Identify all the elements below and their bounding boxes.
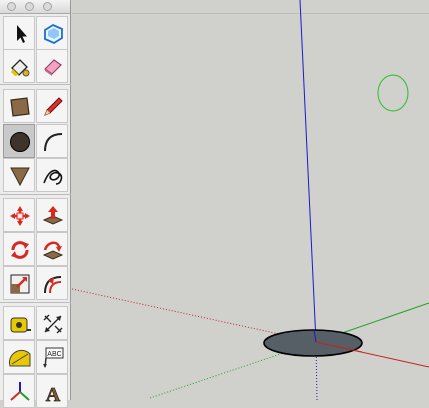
move-tool-button[interactable] (3, 198, 35, 232)
polygon-icon (10, 167, 30, 187)
freehand-tool-button[interactable] (36, 158, 68, 192)
move-icon (10, 206, 30, 226)
tape-measure-icon (10, 317, 31, 333)
polygon-tool-button[interactable] (3, 158, 35, 192)
select-tool-button[interactable] (3, 16, 35, 50)
3d-text-tool-button[interactable]: A (36, 374, 68, 408)
protractor-tool-button[interactable] (3, 340, 35, 374)
axes-icon (10, 382, 30, 401)
pencil-icon (44, 97, 63, 116)
circle-icon (10, 132, 30, 152)
protractor-icon (8, 349, 31, 367)
make-component-icon (44, 23, 63, 45)
scale-icon (10, 274, 30, 294)
text-tool-label: ABC (47, 351, 61, 358)
offset-tool-button[interactable] (36, 266, 68, 300)
rotate-icon (11, 241, 29, 259)
follow-me-icon (42, 241, 64, 260)
tool-palette: ABC A (0, 0, 71, 408)
text-label-icon: ABC (43, 347, 64, 368)
push-pull-icon (42, 206, 64, 225)
close-icon[interactable] (7, 2, 16, 11)
3d-text-icon: A (45, 384, 61, 404)
palette-divider (0, 302, 71, 303)
minimize-icon[interactable] (25, 2, 34, 11)
paint-bucket-tool-button[interactable] (3, 49, 35, 83)
rectangle-icon (10, 97, 30, 117)
eraser-tool-button[interactable] (36, 49, 68, 83)
palette-titlebar[interactable] (0, 0, 70, 14)
dimension-icon (43, 314, 63, 334)
rectangle-tool-button[interactable] (3, 89, 35, 123)
text-tool-button[interactable]: ABC (36, 340, 68, 374)
eraser-icon (44, 59, 62, 76)
arc-tool-button[interactable] (36, 124, 68, 158)
make-component-tool-button[interactable] (36, 16, 68, 50)
offset-icon (44, 276, 62, 294)
follow-me-tool-button[interactable] (36, 232, 68, 266)
tape-measure-tool-button[interactable] (3, 306, 35, 340)
line-tool-button[interactable] (36, 89, 68, 123)
3d-text-label: A (46, 384, 61, 404)
axes-tool-button[interactable] (3, 374, 35, 408)
circle-cursor-icon (377, 74, 409, 112)
palette-divider (0, 194, 71, 195)
dimension-tool-button[interactable] (36, 306, 68, 340)
scale-tool-button[interactable] (3, 266, 35, 300)
circle-tool-button[interactable] (3, 124, 35, 158)
circle-face[interactable] (263, 329, 363, 357)
push-pull-tool-button[interactable] (36, 198, 68, 232)
select-arrow-icon (17, 25, 27, 43)
freehand-icon (43, 169, 63, 185)
blue-axis (299, 0, 317, 343)
zoom-icon[interactable] (43, 2, 52, 11)
arc-icon (44, 133, 63, 152)
rotate-tool-button[interactable] (3, 232, 35, 266)
palette-divider (0, 84, 71, 85)
paint-bucket-icon (11, 59, 30, 77)
